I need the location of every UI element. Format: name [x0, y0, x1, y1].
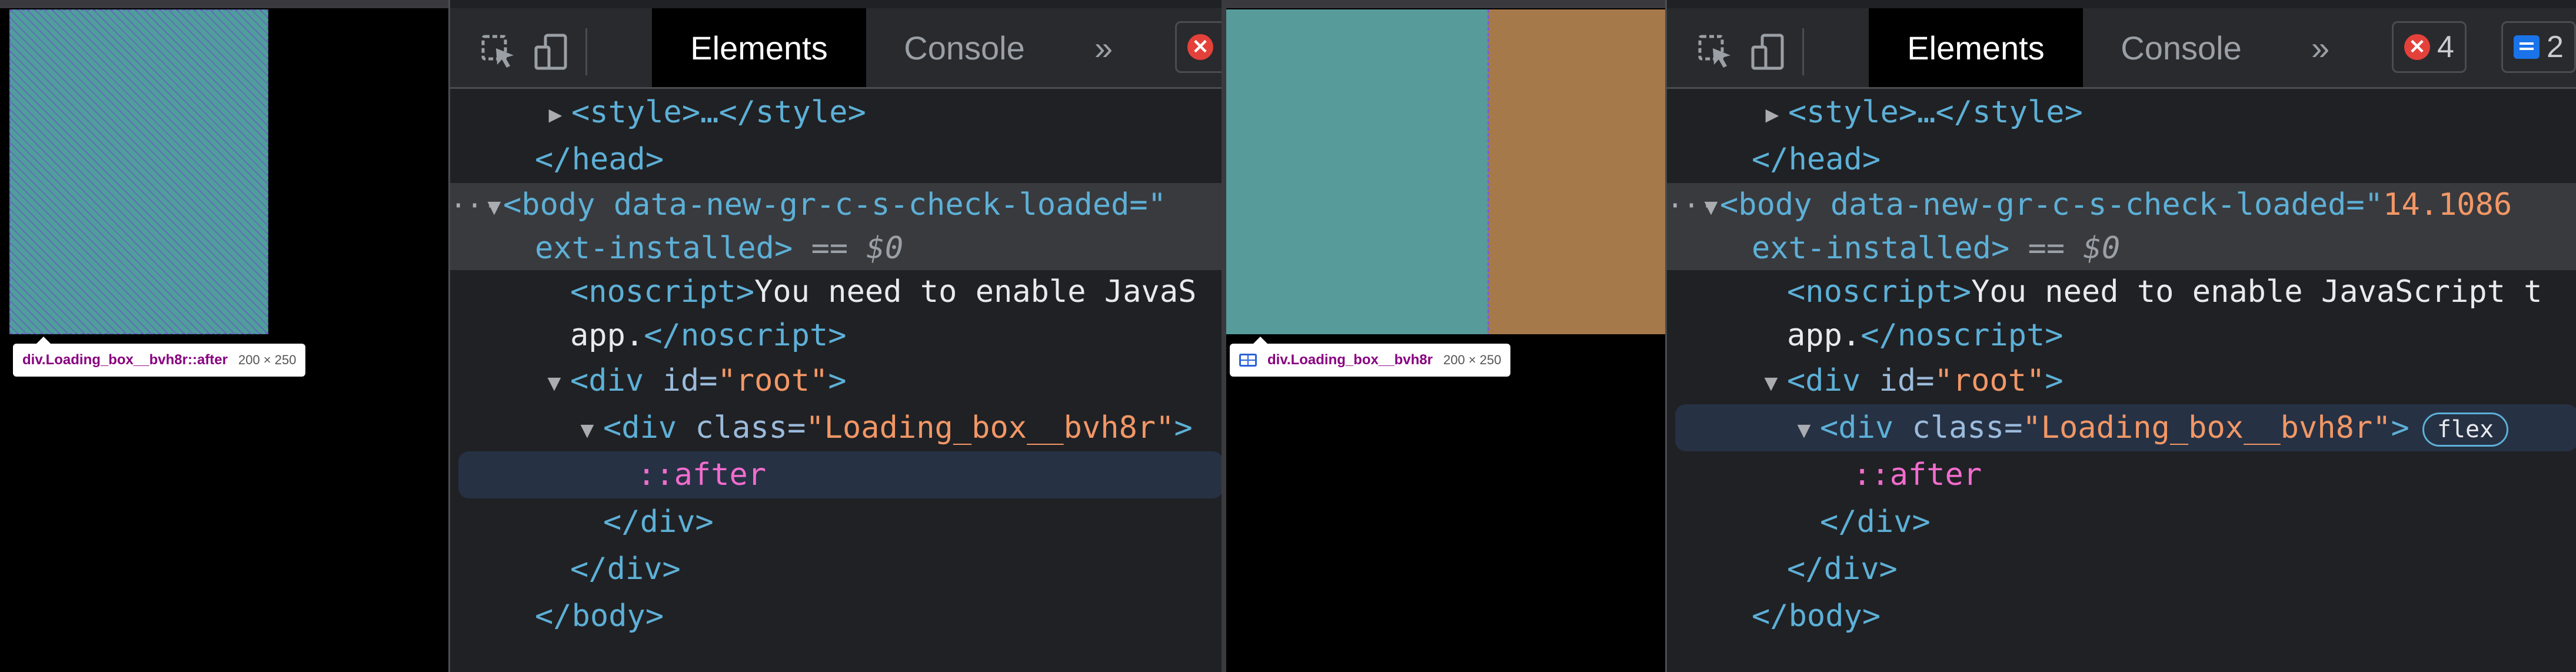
right-screenshot-panel: div.Loading_box__bvh8r 200 × 250 Element… [1226, 0, 2576, 672]
element-inspect-tooltip: div.Loading_box__bvh8r::after 200 × 250 [13, 337, 306, 377]
dom-line-style[interactable]: ▶ <style>…</style> [450, 89, 1222, 136]
more-tabs-chevron-icon[interactable]: » [2311, 8, 2329, 87]
dom-line-body-cont[interactable]: ext-installed> == $0 [450, 227, 1222, 270]
dom-line-after-pseudo[interactable]: ::after [458, 451, 1222, 498]
tooltip-size: 200 × 250 [238, 352, 297, 367]
error-count: 4 [2437, 30, 2454, 64]
devtools-panel: Elements Console » ✕ ▶ <style>…</style> <… [448, 0, 1222, 672]
dom-line-div-loading-box[interactable]: ▼ <div class="Loading_box__bvh8r"> [450, 404, 1222, 451]
devtools-panel: Elements Console » ✕ 4 2 ▶ <style>…</styl… [1665, 0, 2576, 672]
toolbar-separator [1802, 28, 1804, 75]
collapse-triangle-icon[interactable]: ▼ [485, 185, 503, 228]
element-inspect-tooltip: div.Loading_box__bvh8r 200 × 250 [1230, 337, 1511, 377]
dom-line-div-close[interactable]: </div> [450, 545, 1222, 593]
panel-divider [1222, 0, 1226, 672]
collapse-triangle-icon[interactable]: ▼ [1788, 406, 1820, 453]
more-actions-dots-icon[interactable]: ··· [1667, 184, 1716, 227]
dom-line-after-pseudo[interactable]: ::after [1667, 451, 2576, 498]
dom-line-body-cont[interactable]: ext-installed> == $0 [1667, 227, 2576, 270]
collapse-triangle-icon[interactable]: ▼ [538, 359, 570, 406]
dom-tree: ▶ <style>…</style> </head> ···▼<body data… [1667, 89, 2576, 672]
left-screenshot-panel: div.Loading_box__bvh8r::after 200 × 250 … [0, 0, 1222, 672]
tab-console[interactable]: Console [2083, 8, 2279, 87]
collapse-triangle-icon[interactable]: ▼ [1702, 185, 1720, 228]
message-icon [2514, 35, 2540, 59]
toolbar-separator [585, 28, 587, 75]
flex-container-icon [1239, 354, 1257, 367]
dom-line-head-close[interactable]: </head> [450, 136, 1222, 183]
devtools-toolbar: Elements Console » ✕ [450, 8, 1222, 89]
tab-elements[interactable]: Elements [652, 8, 866, 87]
dom-line-div-close[interactable]: </div> [1667, 498, 2576, 545]
dom-line-body-open[interactable]: ···▼<body data-new-gr-c-s-check-loaded="… [1667, 183, 2576, 227]
flex-badge[interactable]: flex [2422, 412, 2509, 447]
dom-line-body-open[interactable]: ···▼<body data-new-gr-c-s-check-loaded=" [450, 183, 1222, 227]
tooltip-selector: div.Loading_box__bvh8r [1267, 352, 1433, 368]
expand-triangle-icon[interactable]: ▶ [540, 91, 571, 138]
dom-line-div-loading-box[interactable]: ▼ <div class="Loading_box__bvh8r"> flex [1675, 404, 2576, 451]
page-viewport: div.Loading_box__bvh8r 200 × 250 [1226, 0, 1665, 672]
dom-line-style[interactable]: ▶ <style>…</style> [1667, 89, 2576, 136]
tab-console[interactable]: Console [866, 8, 1063, 87]
message-count-badge[interactable]: 2 [2501, 21, 2576, 73]
viewport-top-edge [0, 0, 448, 8]
highlighted-after-pseudo-element[interactable] [9, 9, 268, 334]
dom-line-head-close[interactable]: </head> [1667, 136, 2576, 183]
dom-tree: ▶ <style>…</style> </head> ···▼<body data… [450, 89, 1222, 672]
loading-box-teal-area[interactable] [1226, 9, 1488, 334]
error-count-badge[interactable]: ✕ [1175, 21, 1222, 73]
dom-line-noscript[interactable]: <noscript>You need to enable JavaScript … [1667, 270, 2576, 314]
error-icon: ✕ [2404, 34, 2430, 60]
dom-line-div-close[interactable]: </div> [450, 498, 1222, 545]
message-count: 2 [2547, 30, 2564, 64]
flex-gap-guide [1487, 9, 1489, 334]
more-actions-dots-icon[interactable]: ··· [450, 184, 499, 227]
dom-line-body-close[interactable]: </body> [450, 593, 1222, 640]
dom-line-div-root[interactable]: ▼ <div id="root"> [450, 357, 1222, 404]
collapse-triangle-icon[interactable]: ▼ [1755, 359, 1787, 406]
dom-line-body-close[interactable]: </body> [1667, 593, 2576, 640]
page-viewport: div.Loading_box__bvh8r::after 200 × 250 [0, 0, 448, 672]
tooltip-selector: div.Loading_box__bvh8r::after [22, 352, 228, 368]
dom-line-noscript[interactable]: <noscript>You need to enable JavaS [450, 270, 1222, 314]
dom-line-noscript-cont[interactable]: app.</noscript> [1667, 314, 2576, 357]
dom-line-div-root[interactable]: ▼ <div id="root"> [1667, 357, 2576, 404]
device-toolbar-icon[interactable] [527, 27, 576, 76]
collapse-triangle-icon[interactable]: ▼ [571, 406, 603, 453]
error-count-badge[interactable]: ✕ 4 [2392, 21, 2467, 73]
error-icon: ✕ [1187, 34, 1213, 60]
inspect-element-icon[interactable] [474, 27, 523, 76]
viewport-top-edge [1226, 0, 1665, 8]
devtools-toolbar: Elements Console » ✕ 4 2 [1667, 8, 2576, 89]
tooltip-size: 200 × 250 [1443, 352, 1502, 367]
loading-box-brown-area[interactable] [1488, 9, 1665, 334]
dom-line-div-close[interactable]: </div> [1667, 545, 2576, 593]
expand-triangle-icon[interactable]: ▶ [1756, 91, 1788, 138]
device-toolbar-icon[interactable] [1743, 27, 1793, 76]
tab-elements[interactable]: Elements [1869, 8, 2083, 87]
inspect-element-icon[interactable] [1690, 27, 1740, 76]
dom-line-noscript-cont[interactable]: app.</noscript> [450, 314, 1222, 357]
more-tabs-chevron-icon[interactable]: » [1094, 8, 1113, 87]
